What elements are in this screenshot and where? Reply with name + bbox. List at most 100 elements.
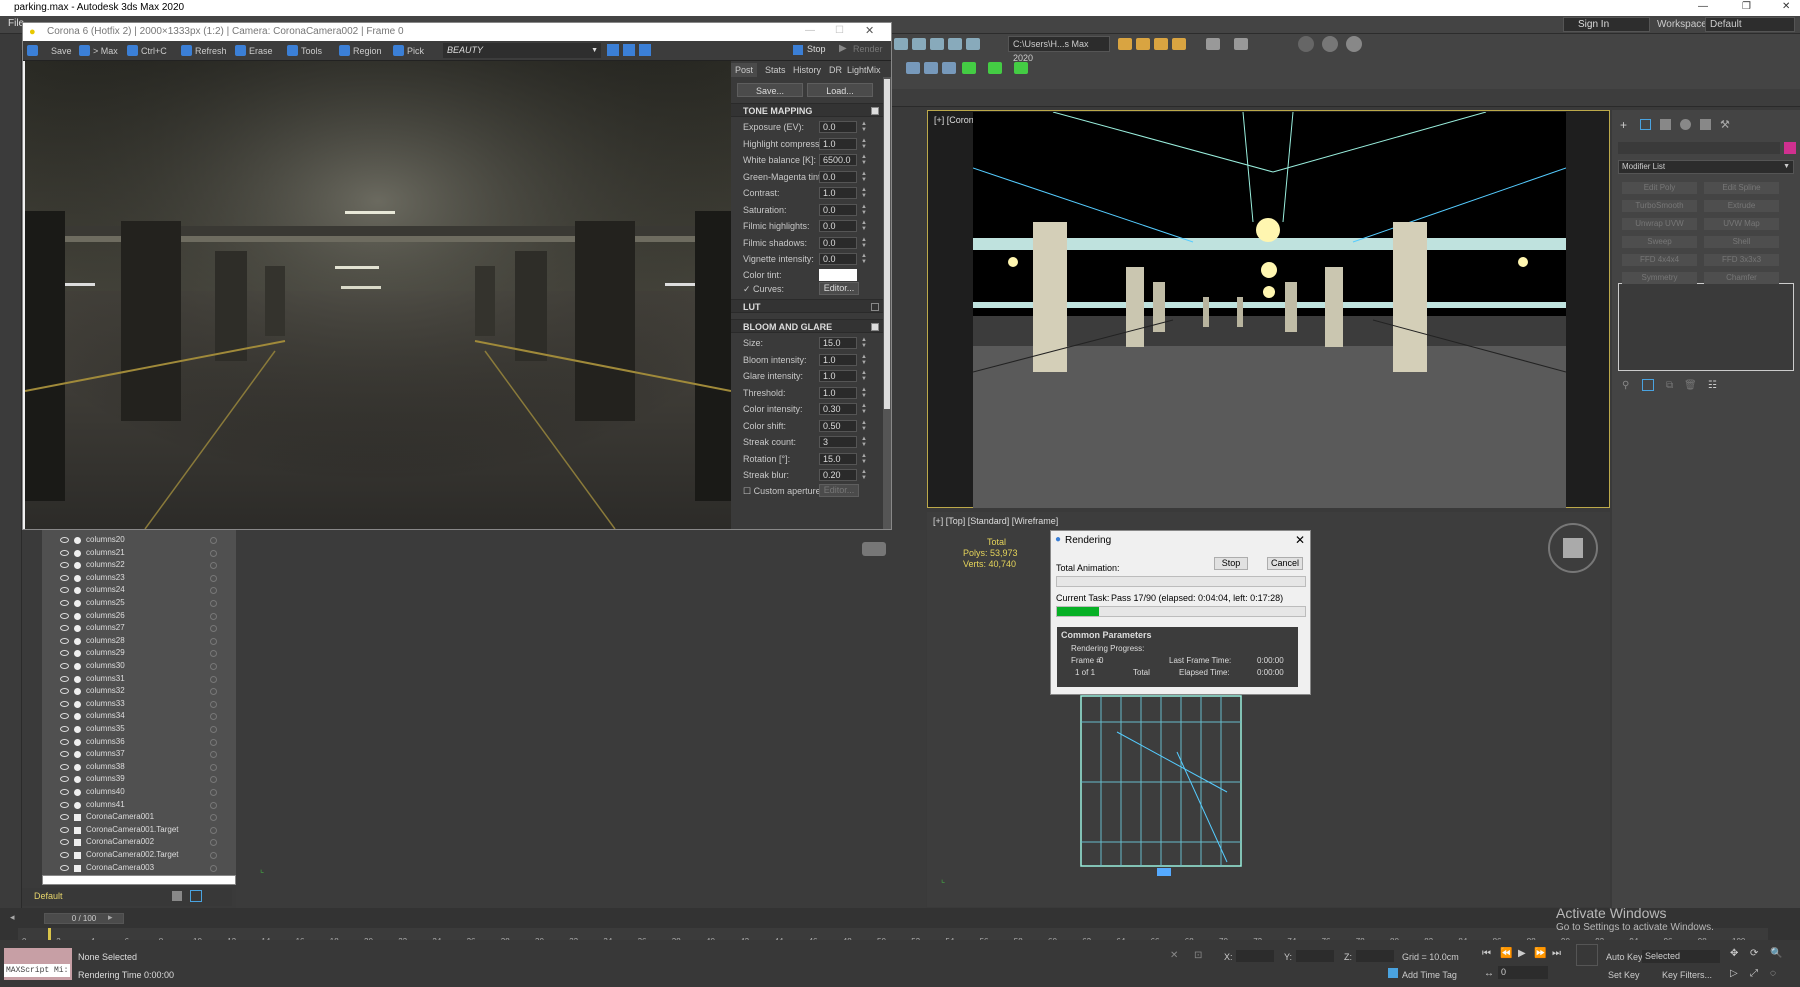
scene-list-item[interactable]: columns39 bbox=[42, 773, 236, 786]
scene-explorer-hscroll[interactable] bbox=[42, 875, 236, 885]
spinner-icon[interactable]: ▲ ▼ bbox=[861, 220, 867, 232]
scene-list-item[interactable]: columns38 bbox=[42, 761, 236, 774]
spinner-icon[interactable]: ▲ ▼ bbox=[861, 436, 867, 448]
visibility-eye-icon[interactable] bbox=[60, 562, 69, 569]
add-time-tag[interactable]: Add Time Tag bbox=[1402, 970, 1457, 980]
zoom-fit-icon[interactable] bbox=[639, 44, 651, 56]
go-to-start-icon[interactable]: ⏮ bbox=[1482, 948, 1491, 959]
tone-param-value-field[interactable]: 1.0 bbox=[819, 187, 857, 199]
edit-named-sets-icon[interactable] bbox=[988, 62, 1002, 74]
sign-in-dropdown[interactable]: Sign In bbox=[1563, 17, 1650, 32]
utilities-tab-icon[interactable]: ⚒ bbox=[1720, 118, 1730, 131]
scene-list-item[interactable]: columns36 bbox=[42, 736, 236, 749]
freeze-icon[interactable] bbox=[210, 675, 217, 683]
modifier-button[interactable]: FFD 3x3x3 bbox=[1704, 254, 1779, 266]
bind-icon[interactable] bbox=[894, 38, 908, 50]
lock-selection-icon[interactable]: ✕ bbox=[1170, 950, 1178, 961]
scene-list-item[interactable]: CoronaCamera003 bbox=[42, 862, 236, 875]
freeze-icon[interactable] bbox=[210, 763, 217, 771]
scene-list-item[interactable]: columns31 bbox=[42, 673, 236, 686]
scene-list-item[interactable]: columns29 bbox=[42, 647, 236, 660]
vfb-close-icon[interactable]: ✕ bbox=[865, 24, 874, 37]
object-name-field[interactable] bbox=[1618, 142, 1780, 154]
visibility-eye-icon[interactable] bbox=[60, 864, 69, 871]
zoom-icon[interactable]: 🔍 bbox=[1770, 948, 1782, 959]
modifier-list-select[interactable]: Modifier List ▼ bbox=[1618, 160, 1794, 174]
visibility-eye-icon[interactable] bbox=[60, 587, 69, 594]
freeze-icon[interactable] bbox=[210, 650, 217, 658]
freeze-icon[interactable] bbox=[210, 713, 217, 721]
key-mode-icon[interactable]: ↔ bbox=[1484, 968, 1494, 979]
visibility-eye-icon[interactable] bbox=[60, 751, 69, 758]
walk-icon[interactable]: ◌ bbox=[1770, 968, 1776, 979]
post-scrollbar-thumb[interactable] bbox=[884, 79, 890, 409]
freeze-icon[interactable] bbox=[210, 801, 217, 809]
motion-tab-icon[interactable] bbox=[1680, 119, 1691, 130]
tools-button[interactable]: Tools bbox=[287, 44, 322, 58]
post-scrollbar[interactable] bbox=[883, 77, 891, 529]
visibility-eye-icon[interactable] bbox=[60, 763, 69, 770]
go-to-end-icon[interactable]: ⏭ bbox=[1552, 948, 1561, 959]
render-button[interactable]: Render bbox=[853, 44, 883, 54]
freeze-icon[interactable] bbox=[210, 663, 217, 670]
modifier-stack[interactable] bbox=[1618, 283, 1794, 371]
tab-lightmix[interactable]: LightMix bbox=[843, 63, 885, 77]
modifier-button[interactable]: Edit Spline bbox=[1704, 182, 1779, 194]
visibility-eye-icon[interactable] bbox=[60, 814, 69, 821]
select-object-icon[interactable] bbox=[912, 38, 926, 50]
modifier-button[interactable]: Shell bbox=[1704, 236, 1779, 248]
scene-list-item[interactable]: columns20 bbox=[42, 534, 236, 547]
next-frame-icon[interactable]: ⏩ bbox=[1534, 948, 1546, 959]
aperture-editor-button[interactable]: Editor... bbox=[819, 484, 859, 497]
spinner-icon[interactable]: ▲ ▼ bbox=[861, 354, 867, 366]
select-region-icon[interactable] bbox=[948, 38, 962, 50]
scene-list-item[interactable]: columns40 bbox=[42, 786, 236, 799]
make-unique-icon[interactable]: ⧉ bbox=[1666, 380, 1673, 391]
spinner-icon[interactable]: ▲ ▼ bbox=[861, 237, 867, 249]
to-max-button[interactable]: > Max bbox=[79, 44, 118, 58]
scene-list-item[interactable]: columns28 bbox=[42, 635, 236, 648]
tone-mapping-checkbox[interactable] bbox=[871, 107, 879, 115]
slider-right-arrow-icon[interactable]: ▸ bbox=[108, 912, 113, 923]
modify-tab-icon[interactable] bbox=[1640, 119, 1651, 130]
freeze-icon[interactable] bbox=[210, 574, 217, 582]
ctrl-c-button[interactable]: Ctrl+C bbox=[127, 44, 167, 58]
maxscript-mini[interactable]: MAXScript Mi: bbox=[4, 964, 70, 977]
tone-mapping-header[interactable]: TONE MAPPING bbox=[731, 103, 883, 117]
spinner-icon[interactable]: ▲ ▼ bbox=[861, 204, 867, 216]
scene-list-item[interactable]: columns23 bbox=[42, 572, 236, 585]
bloom-param-value-field[interactable]: 0.30 bbox=[819, 403, 857, 415]
freeze-icon[interactable] bbox=[210, 625, 217, 633]
play-icon[interactable]: ▶ bbox=[1518, 948, 1526, 959]
freeze-icon[interactable] bbox=[210, 776, 217, 784]
tone-param-value-field[interactable]: 0.0 bbox=[819, 121, 857, 133]
tab-stats[interactable]: Stats bbox=[761, 63, 790, 77]
close-icon[interactable]: ✕ bbox=[1782, 1, 1790, 12]
modifier-button[interactable]: UVW Map bbox=[1704, 218, 1779, 230]
tone-param-value-field[interactable]: 0.0 bbox=[819, 203, 857, 216]
zoom-in-icon[interactable] bbox=[607, 44, 619, 56]
zoom-out-icon[interactable] bbox=[623, 44, 635, 56]
visibility-eye-icon[interactable] bbox=[60, 801, 69, 808]
x-field[interactable] bbox=[1236, 950, 1274, 962]
freeze-icon[interactable] bbox=[210, 826, 217, 834]
visibility-eye-icon[interactable] bbox=[60, 650, 69, 657]
auto-key-button[interactable]: Auto Key bbox=[1606, 952, 1643, 962]
scene-list-item[interactable]: columns22 bbox=[42, 559, 236, 572]
stop-button[interactable]: Stop bbox=[807, 44, 826, 54]
tone-param-value-field[interactable]: 0.0 bbox=[819, 236, 857, 249]
align-icon[interactable] bbox=[1154, 38, 1168, 50]
bloom-param-value-field[interactable]: 0.20 bbox=[819, 469, 857, 481]
scene-list-item[interactable]: columns35 bbox=[42, 723, 236, 736]
visibility-eye-icon[interactable] bbox=[60, 826, 69, 833]
scene-explorer-icon[interactable] bbox=[190, 890, 202, 902]
visibility-eye-icon[interactable] bbox=[60, 776, 69, 783]
bloom-param-value-field[interactable]: 15.0 bbox=[819, 452, 857, 465]
scene-list-item[interactable]: columns37 bbox=[42, 748, 236, 761]
visibility-eye-icon[interactable] bbox=[60, 600, 69, 606]
relative-mode-icon[interactable]: ⊡ bbox=[1194, 950, 1202, 961]
bloom-param-value-field[interactable]: 1.0 bbox=[819, 386, 857, 399]
bloom-param-value-field[interactable]: 3 bbox=[819, 436, 857, 448]
camera-viewport[interactable]: [+] [CoronaCamera002] [Standard] [Edged … bbox=[927, 110, 1610, 508]
spinner-snap-icon[interactable] bbox=[962, 62, 976, 74]
